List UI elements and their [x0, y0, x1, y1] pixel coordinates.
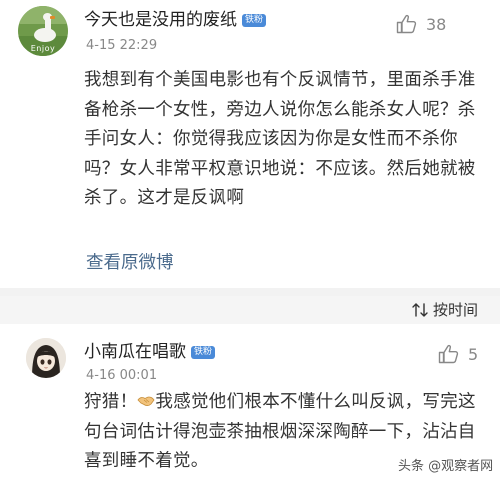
- username[interactable]: 小南瓜在唱歌: [84, 342, 186, 362]
- like-button[interactable]: 38: [396, 14, 446, 34]
- comment-text-start: 狩猎！: [84, 392, 138, 412]
- handshake-emoji-icon: [137, 396, 155, 406]
- username[interactable]: 今天也是没用的废纸: [84, 10, 237, 30]
- comment-timestamp: 4-15 22:29: [86, 38, 158, 53]
- comment-header: 今天也是没用的废纸 铁粉: [84, 10, 267, 30]
- thumbs-up-icon: [438, 344, 459, 364]
- goose-beak: [50, 16, 55, 19]
- avatar[interactable]: [26, 338, 66, 378]
- comment-text: 我想到有个美国电影也有个反讽情节，里面杀手准备枪杀一个女性，旁边人说你怎么能杀女…: [84, 70, 476, 208]
- fan-badge: 铁粉: [191, 346, 216, 359]
- avatar-text: Enjoy: [30, 44, 56, 53]
- sort-by-time-button[interactable]: 按时间: [412, 299, 478, 320]
- sort-icon: [412, 302, 428, 317]
- avatar[interactable]: Enjoy: [18, 6, 68, 56]
- view-original-link[interactable]: 查看原微博: [86, 249, 174, 274]
- like-count: 38: [426, 14, 447, 34]
- comment-header: 小南瓜在唱歌 铁粉: [84, 342, 216, 362]
- fan-badge: 铁粉: [242, 14, 267, 27]
- like-count: 5: [468, 344, 479, 364]
- sort-label: 按时间: [432, 301, 478, 319]
- anime-girl-avatar-icon: [26, 338, 66, 378]
- thumbs-up-icon: [396, 14, 417, 34]
- watermark: 头条 @观察者网: [398, 459, 494, 474]
- section-divider: [0, 288, 500, 296]
- comment-timestamp: 4-16 00:01: [86, 368, 158, 383]
- like-button[interactable]: 5: [438, 344, 478, 364]
